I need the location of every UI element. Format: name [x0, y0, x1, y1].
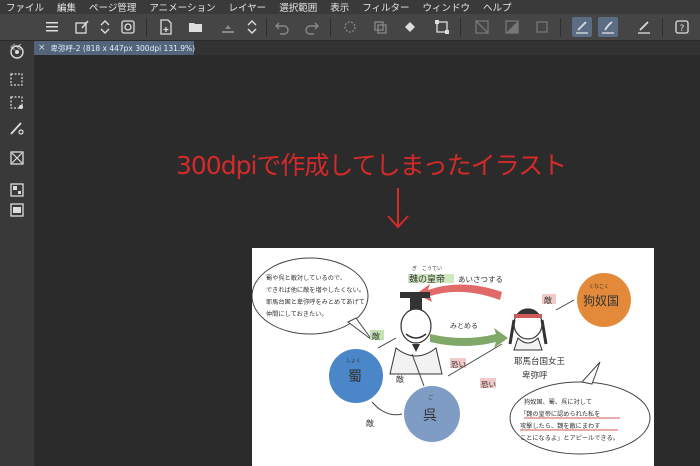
menu-help[interactable]: ヘルプ [483, 0, 512, 14]
crop-icon[interactable] [370, 17, 390, 37]
pen-icon[interactable] [572, 17, 592, 37]
wei-ruby: ぎ こうてい [412, 265, 442, 272]
open-folder-icon[interactable] [186, 17, 206, 37]
illustration-document: 蜀や呉と敵対しているので、 できれば他に敵を増やしたくない。 耶馬台国と卑弥呼を… [252, 248, 654, 466]
close-icon[interactable]: × [38, 43, 46, 53]
shoku-label: 蜀 [348, 369, 362, 385]
undo-icon[interactable] [272, 17, 292, 37]
osoi-label-2: 恐い [481, 380, 496, 389]
layer-tool-icon[interactable] [8, 181, 26, 199]
kunakoku-label: 狗奴国 [583, 294, 619, 308]
save-icon[interactable] [218, 17, 238, 37]
teki-label-1: 敵 [544, 295, 552, 305]
transform-icon[interactable] [432, 17, 452, 37]
menu-edit[interactable]: 編集 [57, 0, 76, 14]
teki-label-3: 敵 [396, 374, 404, 384]
brush-icon[interactable] [598, 17, 618, 37]
aisatsu-label: あいさつする [458, 275, 503, 284]
selection-tool-icon[interactable] [8, 71, 26, 89]
redo-icon[interactable] [302, 17, 322, 37]
speech-right-line-1: 狗奴国、蜀、呉に対して [524, 398, 592, 406]
teki-label-4: 敵 [366, 418, 374, 428]
fill-icon[interactable] [400, 17, 420, 37]
stepper-icon[interactable] [95, 17, 115, 37]
menu-file[interactable]: ファイル [6, 0, 44, 14]
mitomeru-label: みとめる [450, 322, 478, 330]
down-arrow-icon [384, 186, 412, 234]
reference-icon[interactable] [472, 17, 492, 37]
navigator-icon[interactable] [8, 43, 26, 61]
yamatai-label: 耶馬台国女王 [514, 356, 566, 367]
help-icon[interactable]: ? [672, 17, 692, 37]
document-tab-bar: × 卑弥呼-2 (818 x 447px 300dpi 131.9%) [34, 41, 700, 55]
pen-tool-icon[interactable] [8, 119, 26, 137]
svg-text:?: ? [680, 24, 685, 34]
toolbar-separator [146, 18, 147, 37]
toolbar-separator [560, 18, 561, 37]
toolbar-separator [330, 18, 331, 37]
speech-left-line-3: 耶馬台国と卑弥呼をみとめてあげて [266, 298, 365, 306]
go-label: 呉 [423, 408, 437, 424]
command-toolbar: ? [0, 14, 700, 41]
menu-animation[interactable]: アニメーション [149, 0, 215, 14]
shoku-ruby: しょく [346, 358, 361, 364]
himiko-label: 卑弥呼 [522, 370, 548, 381]
stepper-icon-2[interactable] [242, 17, 262, 37]
rotate-icon[interactable] [118, 17, 138, 37]
go-ruby: ご [428, 394, 433, 401]
eraser-tool-icon[interactable] [8, 149, 26, 167]
osoi-label-1: 恐い [451, 360, 466, 369]
new-file-icon[interactable] [156, 17, 176, 37]
menu-filter[interactable]: フィルター [362, 0, 409, 14]
kunakoku-ruby: くなこく [589, 283, 609, 290]
wei-label: 魏の皇帝 [409, 273, 445, 285]
toolbar-separator [662, 18, 663, 37]
new-icon[interactable] [72, 17, 92, 37]
hamburger-menu-icon[interactable] [42, 17, 62, 37]
menu-window[interactable]: ウィンドウ [423, 0, 471, 14]
menu-page[interactable]: ページ管理 [89, 0, 136, 14]
square-icon[interactable] [532, 17, 552, 37]
speech-right-line-3: 攻撃したら、魏を敵にまわす [520, 422, 600, 430]
left-tool-bar [0, 41, 34, 466]
speech-left-line-4: 仲間にしておきたい。 [266, 310, 328, 318]
toolbar-separator [460, 18, 461, 37]
frame-tool-icon[interactable] [8, 201, 26, 219]
teki-label-2: 敵 [372, 331, 380, 341]
speech-left-line-1: 蜀や呉と敵対しているので、 [266, 274, 346, 282]
lasso-tool-icon[interactable] [8, 94, 26, 112]
menu-bar: ファイル 編集 ページ管理 アニメーション レイヤー 選択範囲 表示 フィルター… [0, 0, 700, 14]
annotation-text: 300dpiで作成してしまったイラスト [176, 151, 567, 180]
speech-left-line-2: できれば他に敵を増やしたくない。 [266, 286, 365, 294]
toolbar-separator [266, 18, 267, 37]
selection-icon[interactable] [340, 17, 360, 37]
green-arrow-icon [430, 328, 508, 348]
ruler-icon[interactable] [634, 17, 654, 37]
illustration-artwork: 蜀や呉と敵対しているので、 できれば他に敵を増やしたくない。 耶馬台国と卑弥呼を… [252, 257, 651, 455]
tab-title: 卑弥呼-2 (818 x 447px 300dpi 131.9%) [50, 43, 196, 53]
speech-right-line-2: 「魏の皇帝に認められた私を [520, 410, 600, 418]
menu-layer[interactable]: レイヤー [228, 0, 266, 14]
layer-mask-icon[interactable] [502, 17, 522, 37]
speech-right-line-4: ことになるよ」とアピールできる。 [520, 435, 619, 442]
menu-selection[interactable]: 選択範囲 [279, 0, 317, 14]
tab-document[interactable]: × 卑弥呼-2 (818 x 447px 300dpi 131.9%) [34, 41, 196, 55]
menu-view[interactable]: 表示 [330, 0, 349, 14]
